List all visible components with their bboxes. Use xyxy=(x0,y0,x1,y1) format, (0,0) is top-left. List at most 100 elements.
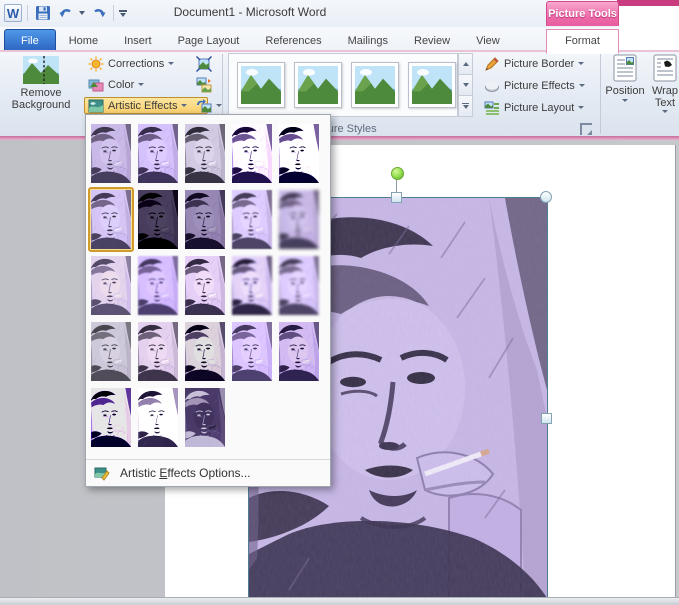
window-title: Document1 - Microsoft Word xyxy=(174,5,327,19)
picture-border-button[interactable]: Picture Border xyxy=(480,55,598,72)
picture-effects-label: Picture Effects xyxy=(504,80,575,92)
picture-style-thumbnail[interactable] xyxy=(294,62,342,108)
color-icon xyxy=(88,77,104,93)
picture-style-thumbnail[interactable] xyxy=(351,62,399,108)
tab-format[interactable]: Format xyxy=(546,29,619,54)
triangle-down-icon xyxy=(463,83,469,87)
artistic-effect-film-grain[interactable] xyxy=(185,256,225,315)
save-icon xyxy=(35,5,51,21)
artistic-effect-glow-edges[interactable] xyxy=(185,388,225,447)
picture-style-thumbnail[interactable] xyxy=(408,62,456,108)
resize-handle-top-right[interactable] xyxy=(540,191,552,203)
chevron-down-icon xyxy=(662,110,668,113)
artistic-effect-marker[interactable] xyxy=(138,124,178,183)
picture-tools-contextual-header: Picture Tools xyxy=(546,1,619,26)
tab-mailings[interactable]: Mailings xyxy=(335,31,401,52)
artistic-effect-photocopy[interactable] xyxy=(138,388,178,447)
artistic-effects-options-item[interactable]: Artistic Effects Options... xyxy=(86,459,330,486)
artistic-effect-cutout[interactable] xyxy=(91,388,131,447)
artistic-effect-pastels-smooth[interactable] xyxy=(232,322,272,381)
chevron-down-icon xyxy=(578,106,584,109)
artistic-effect-glow-diffused[interactable] xyxy=(232,190,272,249)
artistic-effect-glass[interactable] xyxy=(279,256,319,315)
corrections-sun-icon xyxy=(88,56,104,72)
position-icon xyxy=(613,54,637,82)
artistic-effect-paint-strokes[interactable] xyxy=(138,190,178,249)
chevron-down-icon xyxy=(181,104,187,107)
undo-button[interactable] xyxy=(56,3,76,23)
picture-layout-button[interactable]: Picture Layout xyxy=(480,99,598,116)
options-label-prefix: Artistic xyxy=(120,466,159,480)
artistic-effects-button[interactable]: Artistic Effects xyxy=(84,97,208,114)
artistic-effects-options-icon xyxy=(94,465,110,481)
undo-icon xyxy=(58,5,75,21)
word-logo-icon: W xyxy=(4,4,22,22)
artistic-effect-pencil-grayscale[interactable] xyxy=(185,124,225,183)
artistic-effects-icon xyxy=(88,98,104,114)
artistic-effect-chalk-sketch[interactable] xyxy=(91,190,131,249)
artistic-effects-menu: Artistic Effects Options... xyxy=(85,114,331,487)
gallery-scroll-down-button[interactable] xyxy=(458,75,473,96)
tab-insert[interactable]: Insert xyxy=(111,31,165,52)
artistic-effect-pencil-sketch[interactable] xyxy=(232,124,272,183)
resize-handle-top[interactable] xyxy=(391,192,402,203)
corrections-button[interactable]: Corrections xyxy=(84,55,190,72)
change-picture-button[interactable] xyxy=(192,76,216,93)
artistic-effect-light-screen[interactable] xyxy=(91,256,131,315)
artistic-effect-none[interactable] xyxy=(91,124,131,183)
chevron-down-icon xyxy=(579,84,585,87)
wrap-text-label: Wrap Text xyxy=(648,85,679,109)
color-button[interactable]: Color xyxy=(84,76,190,93)
corrections-label: Corrections xyxy=(108,58,164,70)
gallery-more-button[interactable] xyxy=(458,96,473,117)
artistic-effect-paint-brush[interactable] xyxy=(185,190,225,249)
options-label-suffix: ffects Options... xyxy=(167,466,250,480)
quick-access-toolbar: W xyxy=(4,3,127,23)
picture-border-label: Picture Border xyxy=(504,58,574,70)
picture-styles-scrollbar xyxy=(458,53,473,117)
rotation-handle[interactable] xyxy=(391,167,404,180)
picture-style-thumbnail[interactable] xyxy=(237,62,285,108)
picture-layout-icon xyxy=(484,100,500,116)
gallery-scroll-up-button[interactable] xyxy=(458,53,473,75)
save-button[interactable] xyxy=(33,3,53,23)
remove-background-label: Remove Background xyxy=(3,87,79,111)
reset-picture-icon xyxy=(196,98,212,114)
picture-styles-dialog-launcher[interactable] xyxy=(580,123,592,135)
compress-pictures-icon xyxy=(196,56,212,72)
position-label: Position xyxy=(605,85,644,97)
artistic-effect-mosaic-bubbles[interactable] xyxy=(232,256,272,315)
artistic-effect-texturizer[interactable] xyxy=(138,322,178,381)
artistic-effect-plastic-wrap[interactable] xyxy=(279,322,319,381)
remove-background-button[interactable]: Remove Background xyxy=(3,54,79,120)
tab-home[interactable]: Home xyxy=(56,31,111,52)
reset-picture-button[interactable] xyxy=(192,97,222,114)
change-picture-icon xyxy=(196,77,212,93)
picture-border-pencil-icon xyxy=(484,56,500,72)
artistic-effect-blur[interactable] xyxy=(279,190,319,249)
wrap-text-button[interactable]: Wrap Text xyxy=(648,54,679,120)
artistic-effect-line-drawing[interactable] xyxy=(279,124,319,183)
customize-qat-button[interactable] xyxy=(119,10,127,17)
picture-styles-gallery xyxy=(228,53,458,117)
redo-icon xyxy=(90,5,107,21)
artistic-effect-watercolor-sponge[interactable] xyxy=(138,256,178,315)
ribbon-tabs: FileHomeInsertPage LayoutReferencesMaili… xyxy=(4,29,513,52)
tab-references[interactable]: References xyxy=(252,31,334,52)
picture-layout-label: Picture Layout xyxy=(504,102,574,114)
resize-handle-right[interactable] xyxy=(541,413,552,424)
tab-view[interactable]: View xyxy=(463,31,513,52)
artistic-effect-crisscross-etching[interactable] xyxy=(185,322,225,381)
picture-effects-button[interactable]: Picture Effects xyxy=(480,77,598,94)
titlebar-right-area xyxy=(617,6,679,50)
tab-file[interactable]: File xyxy=(4,29,56,52)
position-button[interactable]: Position xyxy=(604,54,646,120)
divider xyxy=(113,5,114,21)
compress-pictures-button[interactable] xyxy=(192,55,216,72)
undo-dropdown-arrow[interactable] xyxy=(79,11,85,15)
artistic-effect-cement[interactable] xyxy=(91,322,131,381)
tab-page-layout[interactable]: Page Layout xyxy=(165,31,253,52)
chevron-down-icon xyxy=(138,83,144,86)
tab-review[interactable]: Review xyxy=(401,31,463,52)
redo-button[interactable] xyxy=(88,3,108,23)
